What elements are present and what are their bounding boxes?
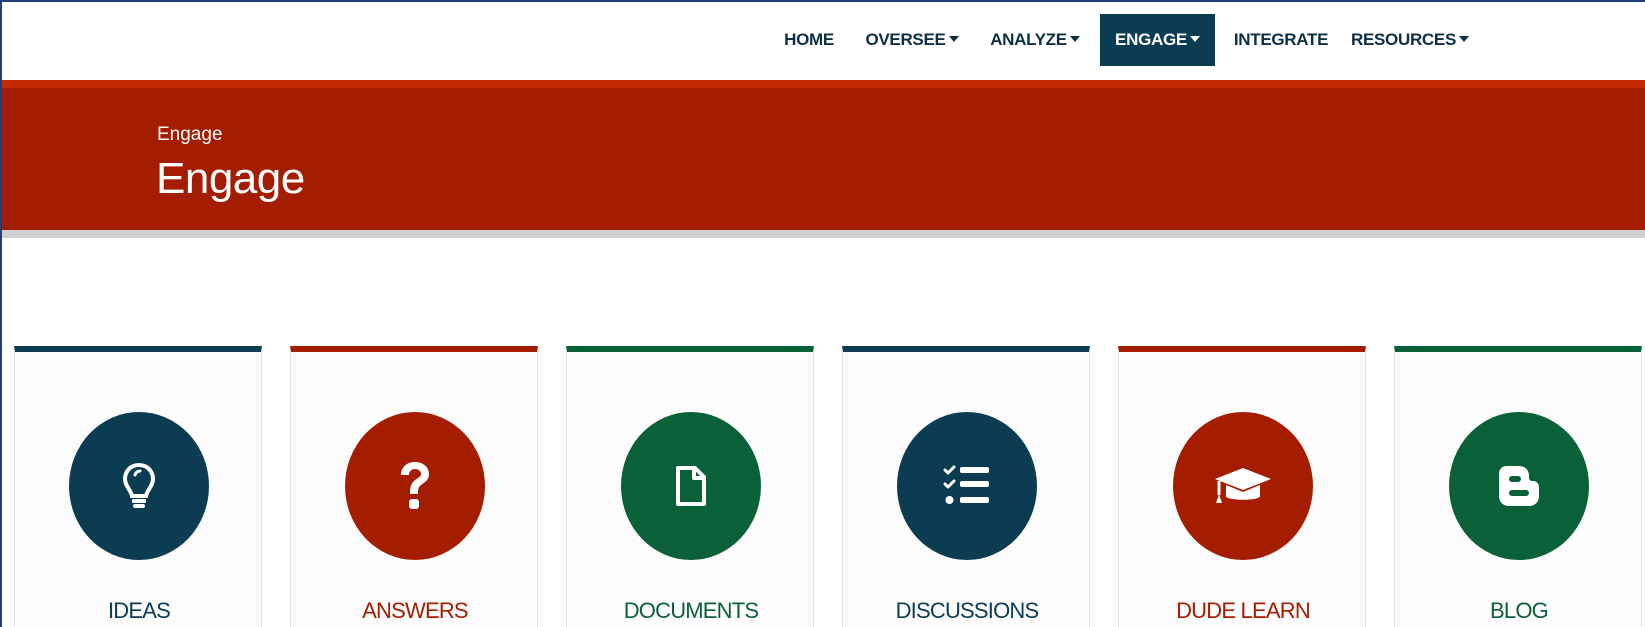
card-ideas-label: IDEAS <box>107 598 171 623</box>
card-discussions[interactable]: DISCUSSIONS <box>842 346 1090 627</box>
document-icon <box>676 466 706 506</box>
card-documents[interactable]: DOCUMENTS <box>566 346 814 627</box>
card-dude-learn-label: DUDE LEARN <box>1176 598 1311 623</box>
blog-circle <box>1449 412 1589 560</box>
page-title: Engage <box>156 154 305 203</box>
nav-menu: HOME OVERSEE ANALYZE ENGAGE INTEGRATE RE… <box>2 14 1645 66</box>
checklist-icon <box>943 465 989 504</box>
nav-oversee[interactable]: OVERSEE <box>860 14 964 66</box>
documents-circle <box>621 412 761 560</box>
nav-integrate-label: INTEGRATE <box>1233 30 1329 49</box>
nav-engage[interactable]: ENGAGE <box>1100 14 1215 66</box>
discussions-circle <box>897 412 1037 560</box>
card-dude-learn[interactable]: DUDE LEARN <box>1118 346 1366 627</box>
nav-oversee-label: OVERSEE <box>865 30 946 49</box>
caret-down-icon <box>948 36 959 42</box>
card-answers[interactable]: ANSWERS <box>290 346 538 627</box>
blogger-icon <box>1499 466 1539 506</box>
answers-circle <box>345 412 485 560</box>
nav-resources[interactable]: RESOURCES <box>1348 14 1472 66</box>
card-documents-label: DOCUMENTS <box>623 598 759 623</box>
nav-home-label: HOME <box>784 30 834 49</box>
card-blog-label: BLOG <box>1490 598 1549 623</box>
dude-learn-circle <box>1173 412 1313 560</box>
top-navigation: HOME OVERSEE ANALYZE ENGAGE INTEGRATE RE… <box>2 2 1645 80</box>
lightbulb-icon <box>122 462 156 508</box>
nav-home[interactable]: HOME <box>770 14 848 66</box>
card-blog[interactable]: BLOG <box>1394 346 1642 627</box>
caret-down-icon <box>1069 36 1080 42</box>
nav-analyze-label: ANALYZE <box>990 30 1067 49</box>
page-frame: HOME OVERSEE ANALYZE ENGAGE INTEGRATE RE… <box>0 0 1645 627</box>
card-discussions-label: DISCUSSIONS <box>895 598 1040 623</box>
caret-down-icon <box>1459 36 1469 42</box>
card-answers-label: ANSWERS <box>362 598 468 623</box>
ideas-circle <box>69 412 209 560</box>
nav-resources-label: RESOURCES <box>1351 30 1456 49</box>
caret-down-icon <box>1189 36 1200 42</box>
card-ideas[interactable]: IDEAS <box>14 346 262 627</box>
question-icon <box>401 462 429 509</box>
nav-analyze[interactable]: ANALYZE <box>982 14 1088 66</box>
banner-shadow <box>2 230 1645 238</box>
nav-integrate[interactable]: INTEGRATE <box>1226 14 1336 66</box>
graduation-cap-icon <box>1215 468 1271 503</box>
breadcrumb[interactable]: Engage <box>157 124 223 146</box>
nav-engage-label: ENGAGE <box>1115 30 1187 49</box>
page-banner: Engage Engage <box>2 80 1645 230</box>
